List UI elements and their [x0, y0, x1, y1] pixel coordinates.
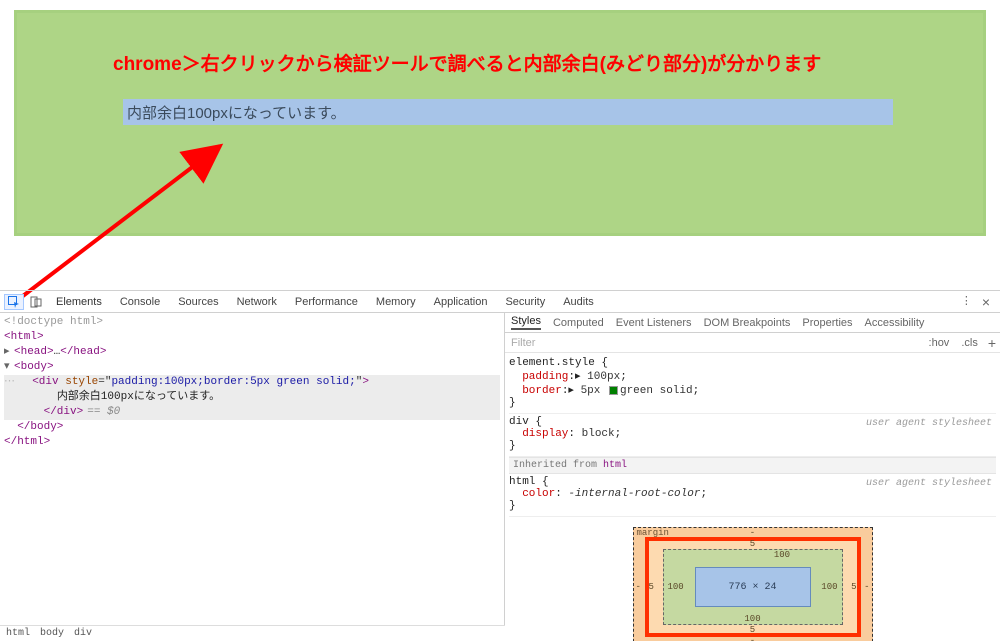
head-tag[interactable]: <head>	[14, 346, 54, 358]
tab-sources[interactable]: Sources	[170, 291, 226, 313]
devtools-panel: Elements Console Sources Network Perform…	[0, 290, 1000, 641]
tab-network[interactable]: Network	[229, 291, 285, 313]
kebab-menu-icon[interactable]	[961, 294, 972, 310]
highlighted-text: 内部余白100pxになっています。	[127, 102, 346, 123]
subtab-computed[interactable]: Computed	[553, 317, 604, 329]
rule-div[interactable]: user agent stylesheet div { display: blo…	[509, 414, 996, 457]
device-toolbar-icon[interactable]	[26, 294, 46, 310]
elements-dom-tree[interactable]: <!doctype html> <html> <head>…</head> <b…	[0, 313, 505, 641]
styles-filter-row: Filter :hov .cls	[505, 333, 1000, 353]
tab-security[interactable]: Security	[497, 291, 553, 313]
devtools-toolbar: Elements Console Sources Network Perform…	[0, 291, 1000, 313]
rule-html[interactable]: user agent stylesheet html { color: -int…	[509, 474, 996, 517]
tab-application[interactable]: Application	[426, 291, 496, 313]
inherited-from-separator: Inherited from html	[509, 457, 996, 474]
close-icon[interactable]	[982, 294, 990, 310]
tab-performance[interactable]: Performance	[287, 291, 366, 313]
crumb-div[interactable]: div	[74, 628, 92, 639]
crumb-body[interactable]: body	[40, 628, 64, 639]
selected-dom-node[interactable]: ⋯ <div style="padding:100px;border:5px g…	[4, 375, 500, 420]
body-close: </body>	[17, 421, 63, 433]
doctype: <!doctype html>	[4, 316, 103, 328]
html-open: <html>	[4, 331, 44, 343]
tab-memory[interactable]: Memory	[368, 291, 424, 313]
subtab-event-listeners[interactable]: Event Listeners	[616, 317, 692, 329]
box-model-diagram[interactable]: margin - - - - border 5 5 5 5 paddin	[633, 527, 873, 641]
annotation-text: chrome＞右クリックから検証ツールで調べると内部余白(みどり部分)が分かりま…	[113, 49, 821, 76]
subtab-styles[interactable]: Styles	[511, 315, 541, 330]
styles-filter-input[interactable]: Filter	[505, 337, 923, 349]
ua-stylesheet-label: user agent stylesheet	[866, 478, 992, 489]
expand-icon[interactable]	[4, 361, 14, 373]
subtab-dom-breakpoints[interactable]: DOM Breakpoints	[704, 317, 791, 329]
body-open[interactable]: <body>	[14, 361, 54, 373]
styles-subtabs: Styles Computed Event Listeners DOM Brea…	[505, 313, 1000, 333]
page-preview: chrome＞右クリックから検証ツールで調べると内部余白(みどり部分)が分かりま…	[14, 10, 986, 236]
devtools-split: <!doctype html> <html> <head>…</head> <b…	[0, 313, 1000, 641]
box-model-content: 776 × 24	[695, 567, 811, 607]
new-style-rule-icon[interactable]	[984, 335, 1000, 351]
rule-element-style[interactable]: element.style { padding:▸ 100px; border:…	[509, 355, 996, 414]
expand-icon[interactable]	[4, 346, 14, 358]
expand-shorthand-icon[interactable]: ▸	[575, 371, 581, 383]
cls-toggle[interactable]: .cls	[955, 337, 984, 349]
styles-rules: element.style { padding:▸ 100px; border:…	[505, 353, 1000, 641]
tab-console[interactable]: Console	[112, 291, 168, 313]
ua-stylesheet-label: user agent stylesheet	[866, 418, 992, 429]
crumb-html[interactable]: html	[6, 628, 30, 639]
html-close: </html>	[4, 436, 50, 448]
tab-elements[interactable]: Elements	[48, 291, 110, 313]
styles-pane: Styles Computed Event Listeners DOM Brea…	[505, 313, 1000, 641]
hov-toggle[interactable]: :hov	[923, 337, 956, 349]
subtab-accessibility[interactable]: Accessibility	[865, 317, 925, 329]
subtab-properties[interactable]: Properties	[802, 317, 852, 329]
breadcrumb[interactable]: html body div	[0, 625, 505, 641]
selected-element-highlight: 内部余白100pxになっています。	[123, 99, 893, 125]
expand-shorthand-icon[interactable]: ▸	[568, 385, 574, 397]
inspect-element-icon[interactable]	[4, 294, 24, 310]
tab-audits[interactable]: Audits	[555, 291, 602, 313]
color-swatch-icon[interactable]	[609, 386, 618, 395]
